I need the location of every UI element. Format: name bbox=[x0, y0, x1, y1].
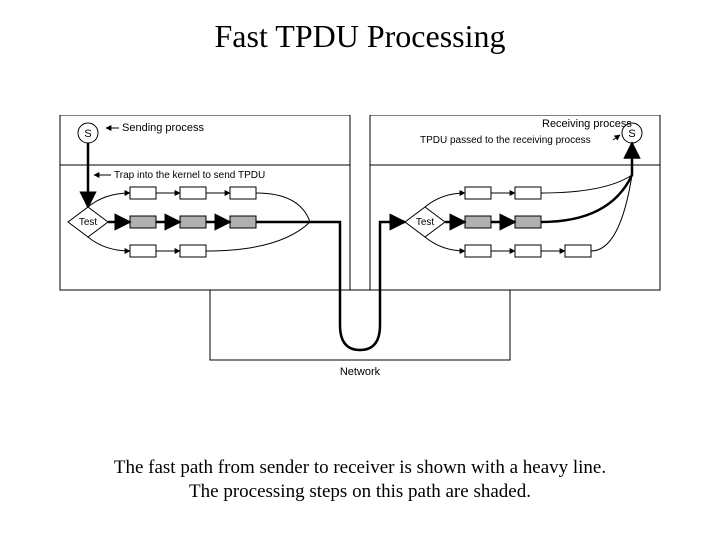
sending-process-label: Sending process bbox=[122, 122, 204, 134]
network-label: Network bbox=[340, 366, 381, 378]
receiving-process-label: Receiving process bbox=[542, 118, 632, 130]
sender-test-label: Test bbox=[79, 217, 98, 228]
receiver-test-label: Test bbox=[416, 217, 435, 228]
sender-s-label: S bbox=[84, 128, 91, 140]
caption-line-2: The processing steps on this path are sh… bbox=[189, 481, 531, 502]
caption-line-1: The fast path from sender to receiver is… bbox=[114, 457, 606, 478]
slide-title: Fast TPDU Processing bbox=[0, 18, 720, 55]
passed-label: TPDU passed to the receiving process bbox=[420, 135, 591, 146]
slide-caption: The fast path from sender to receiver is… bbox=[0, 456, 720, 504]
trap-label: Trap into the kernel to send TPDU bbox=[114, 170, 265, 181]
tpdu-diagram: S Sending process Trap into the kernel t… bbox=[50, 115, 670, 415]
